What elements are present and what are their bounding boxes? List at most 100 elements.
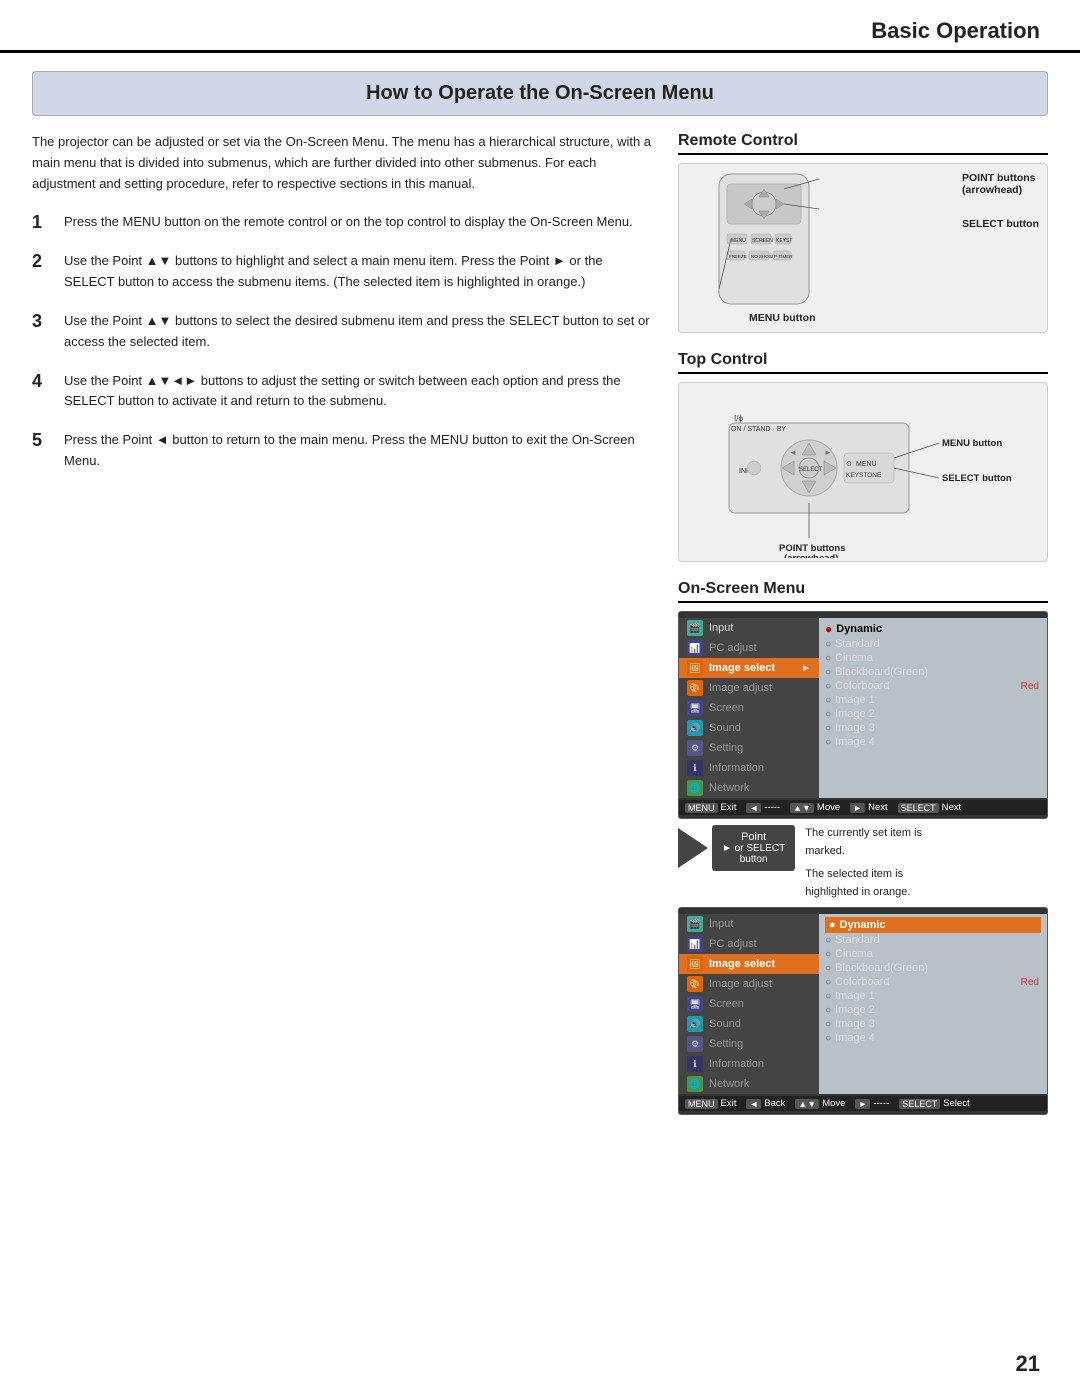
menu-row-information: ℹ Information (679, 758, 819, 778)
svg-text:SELECT button: SELECT button (942, 473, 1012, 484)
network2-icon: 🌐 (687, 1076, 703, 1092)
circle-image3: ○ (825, 723, 831, 734)
callout-text3: The selected item is (805, 866, 922, 884)
footer2-key-select: SELECT (899, 1099, 940, 1109)
dot-dynamic: ● (825, 622, 832, 636)
sound2-icon: 🔊 (687, 1016, 703, 1032)
svg-text:►: ► (824, 448, 832, 457)
submenu-colorboard: ○ Colorboard Red (825, 679, 1041, 693)
top-control-diagram: I/ϕ ON / STAND · BY SELECT INPUT ⊙ (678, 382, 1048, 562)
page-header: Basic Operation (0, 0, 1080, 53)
network-icon: 🌐 (687, 780, 703, 796)
sound-icon: 🔊 (687, 720, 703, 736)
svg-text:MENU: MENU (856, 461, 877, 468)
menu-row-sound: 🔊 Sound (679, 718, 819, 738)
submenu-image1: ○ Image 1 (825, 693, 1041, 707)
circle-blackboard: ○ (825, 667, 831, 678)
blackboard2-label: Blackboard(Green) (835, 962, 928, 974)
footer-key-right: ► (850, 803, 865, 813)
remote-control-title: Remote Control (678, 132, 1048, 155)
menu-row2-imageselect: 🖼 Image select (679, 954, 819, 974)
circle2-colorboard: ○ (825, 977, 831, 988)
callout-text2: marked. (805, 843, 922, 861)
content-area: The projector can be adjusted or set via… (0, 132, 1080, 1121)
svg-text:KEYSTONE: KEYSTONE (846, 472, 882, 479)
circle2-image1: ○ (825, 991, 831, 1002)
step-2: 2 Use the Point ▲▼ buttons to highlight … (32, 251, 654, 293)
step-text-1: Press the MENU button on the remote cont… (64, 212, 633, 233)
circle-colorboard: ○ (825, 681, 831, 692)
footer2-move: ▲▼ Move (795, 1098, 845, 1109)
svg-text:P-TIMER: P-TIMER (774, 254, 793, 259)
footer2-exit: MENU Exit (685, 1098, 736, 1109)
submenu-image4: ○ Image 4 (825, 735, 1041, 749)
dot2-dynamic: ● (829, 919, 836, 931)
step-num-1: 1 (32, 212, 54, 233)
screen2-icon: 🖥 (687, 996, 703, 1012)
onscreen-menu-diagram-1: 🎬 Input 📊 PC adjust 🖼 Image select ► (678, 611, 1048, 819)
image42-label: Image 4 (835, 1032, 875, 1044)
footer2-move-label: Move (822, 1098, 845, 1109)
standard-label: Standard (835, 638, 880, 650)
svg-text:⊙: ⊙ (846, 461, 852, 468)
footer2-select-label: Select (943, 1098, 969, 1109)
red-label-1: Red (1021, 681, 1039, 692)
menu-row2-information: ℹ Information (679, 1054, 819, 1074)
menu-row2-pcadjust: 📊 PC adjust (679, 934, 819, 954)
footer-move-label: Move (817, 802, 840, 813)
circle2-cinema: ○ (825, 949, 831, 960)
menu-row2-setting: ⚙ Setting (679, 1034, 819, 1054)
main-title-box: How to Operate the On-Screen Menu (32, 71, 1048, 116)
footer2-exit-label: Exit (721, 1098, 737, 1109)
footer-key-menu: MENU (685, 803, 718, 813)
footer2-select: SELECT Select (899, 1098, 969, 1109)
steps-list: 1 Press the MENU button on the remote co… (32, 212, 654, 471)
onscreen-menu-section: On-Screen Menu 🎬 Input 📊 PC adjust (678, 580, 1048, 1115)
remote-control-svg: MENU SCREEN KEYST FREEZE NO SHOW P-TIMER (689, 169, 889, 324)
footer2-key-right: ► (855, 1099, 870, 1109)
step-1: 1 Press the MENU button on the remote co… (32, 212, 654, 233)
svg-text:KEYST: KEYST (776, 238, 792, 244)
remote-control-diagram: MENU SCREEN KEYST FREEZE NO SHOW P-TIMER… (678, 163, 1048, 333)
imageselect-label: Image select (709, 662, 801, 674)
information-label: Information (709, 762, 811, 774)
menu-row2-network: 🌐 Network (679, 1074, 819, 1094)
image32-label: Image 3 (835, 1018, 875, 1030)
svg-text:ON / STAND · BY: ON / STAND · BY (731, 426, 786, 433)
callout-area: Point ► or SELECT button The currently s… (678, 825, 1048, 901)
callout-text1: The currently set item is (805, 825, 922, 843)
dynamic-label: Dynamic (836, 623, 882, 635)
imageadjust-label: Image adjust (709, 682, 811, 694)
menu-button-label: MENU button (749, 312, 815, 324)
menu-row-pcadjust: 📊 PC adjust (679, 638, 819, 658)
callout-texts: The currently set item is marked. The se… (805, 825, 922, 901)
svg-text:I/ϕ: I/ϕ (734, 414, 743, 423)
footer-exit-label: Exit (721, 802, 737, 813)
select-button-label: SELECT button (962, 218, 1039, 230)
step-num-5: 5 (32, 430, 54, 451)
sound-label: Sound (709, 722, 811, 734)
imageselect2-label: Image select (709, 958, 811, 970)
network2-label: Network (709, 1078, 811, 1090)
footer-key-select: SELECT (898, 803, 939, 813)
svg-text:(arrowhead): (arrowhead) (784, 553, 838, 558)
menu-row2-imageadjust: 🎨 Image adjust (679, 974, 819, 994)
cinema-label: Cinema (835, 652, 873, 664)
setting2-icon: ⚙ (687, 1036, 703, 1052)
right-column: Remote Control (678, 132, 1048, 1121)
colorboard-label: Colorboard (835, 680, 889, 692)
step-text-5: Press the Point ◄ button to return to th… (64, 430, 654, 472)
submenu2-image1: ○ Image 1 (825, 989, 1041, 1003)
submenu2-image3: ○ Image 3 (825, 1017, 1041, 1031)
submenu2-dynamic: ● Dynamic (825, 917, 1041, 933)
blackboard-label: Blackboard(Green) (835, 666, 928, 678)
imageselect-arrow: ► (801, 663, 811, 674)
svg-text:MENU button: MENU button (942, 438, 1002, 449)
circle2-blackboard: ○ (825, 963, 831, 974)
footer-dash-label: ----- (764, 802, 780, 813)
menu-row-network: 🌐 Network (679, 778, 819, 798)
pcadjust2-icon: 📊 (687, 936, 703, 952)
information-icon: ℹ (687, 760, 703, 776)
arrow-box: Point ► or SELECT button (712, 825, 795, 871)
submenu-image3: ○ Image 3 (825, 721, 1041, 735)
